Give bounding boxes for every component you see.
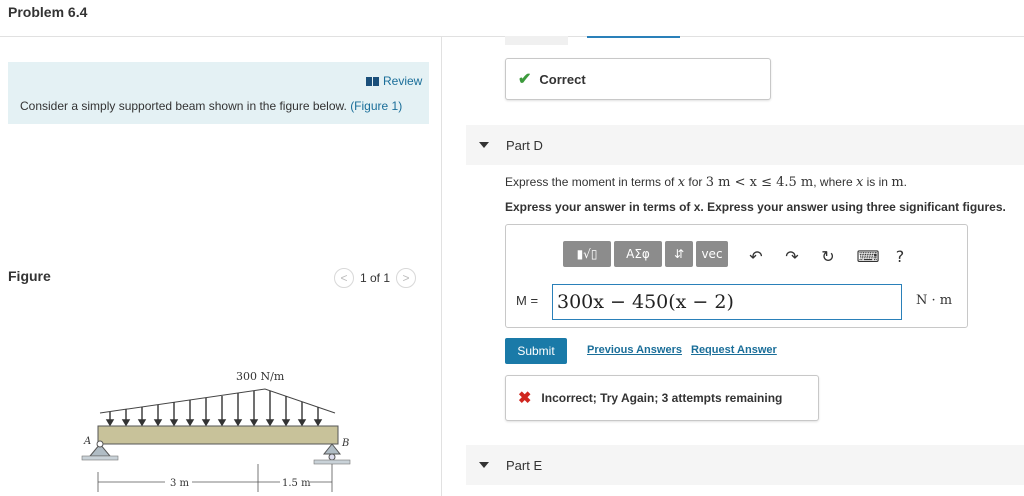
caret-down-icon <box>479 142 489 148</box>
help-icon[interactable]: ? <box>890 245 910 267</box>
answer-input[interactable]: 300x − 450(x − 2) <box>552 284 902 320</box>
pager-text: 1 of 1 <box>360 271 391 285</box>
redo-icon[interactable]: ↷ <box>774 245 810 267</box>
undo-icon[interactable]: ↶ <box>738 245 774 267</box>
figure-pager: < 1 of 1 > <box>334 268 417 288</box>
next-figure-button[interactable]: > <box>396 268 417 288</box>
dimension-left: 3 m <box>170 478 190 489</box>
dimension-right: 1.5 m <box>282 478 311 489</box>
prompt-text-5: . <box>903 175 907 189</box>
request-answer-link[interactable]: Request Answer <box>691 344 777 356</box>
prompt-unit: m <box>891 175 904 190</box>
previous-answers-link[interactable]: Previous Answers <box>587 344 682 356</box>
support-b-label: B <box>341 438 349 449</box>
symbols-button[interactable]: ΑΣφ <box>614 241 662 267</box>
answer-unit: N · m <box>916 293 953 308</box>
support-a-label: A <box>83 436 91 447</box>
prompt-text-2: for <box>685 175 706 189</box>
beam <box>97 425 339 445</box>
correct-text: Correct <box>539 71 586 87</box>
chevron-left-icon: < <box>340 271 348 285</box>
correct-feedback: ✔ Correct <box>505 58 771 100</box>
incorrect-text: Incorrect; Try Again; 3 attempts remaini… <box>541 391 783 405</box>
math-toolbar: ▮√▯ ΑΣφ ⇵ vec <box>563 241 728 267</box>
part-d-header[interactable]: Part D <box>466 125 1024 165</box>
vec-button[interactable]: vec <box>696 241 728 267</box>
review-link-label: Review <box>383 74 423 88</box>
book-icon <box>366 76 379 86</box>
prompt-var-x: x <box>677 175 686 190</box>
part-d-label: Part D <box>506 137 543 153</box>
prev-figure-button[interactable]: < <box>334 268 354 288</box>
intro-text: Consider a simply supported beam shown i… <box>20 99 351 113</box>
load-outline <box>99 388 336 414</box>
part-d-prompt: Express the moment in terms of x for 3 m… <box>505 175 907 190</box>
caret-down-icon <box>479 462 489 468</box>
beam-figure: 300 N/m A B 3 m 1.5 m <box>81 370 351 492</box>
part-d-instruction: Express your answer in terms of x. Expre… <box>505 200 1006 214</box>
previous-part-link-stub <box>587 36 680 38</box>
prompt-text-1: Express the moment in terms of <box>505 175 678 189</box>
review-panel: Review Consider a simply supported beam … <box>8 62 429 124</box>
answer-label: M = <box>516 293 539 308</box>
chevron-right-icon: > <box>402 271 410 285</box>
column-divider <box>441 36 442 496</box>
figure-heading: Figure <box>8 268 51 284</box>
previous-part-button-stub <box>505 36 568 45</box>
arrows-button[interactable]: ⇵ <box>665 241 693 267</box>
review-link[interactable]: Review <box>366 74 422 88</box>
part-e-header[interactable]: Part E <box>466 445 1024 485</box>
part-e-label: Part E <box>506 457 543 473</box>
figure-link[interactable]: (Figure 1) <box>350 99 402 113</box>
page-title: Problem 6.4 <box>8 4 88 20</box>
templates-button[interactable]: ▮√▯ <box>563 241 611 267</box>
incorrect-feedback: ✖ Incorrect; Try Again; 3 attempts remai… <box>505 375 819 421</box>
prompt-range: 3 m < x ≤ 4.5 m <box>705 175 814 190</box>
prompt-text-4: is in <box>863 175 892 189</box>
toolbar-actions: ↶ ↷ ↻ ⌨ ? <box>738 245 910 267</box>
submit-button[interactable]: Submit <box>505 338 567 364</box>
prompt-text-3: , where <box>813 175 856 189</box>
load-label: 300 N/m <box>236 370 285 383</box>
x-icon: ✖ <box>518 390 532 407</box>
reset-icon[interactable]: ↻ <box>810 245 846 267</box>
problem-statement: Consider a simply supported beam shown i… <box>20 99 402 113</box>
keyboard-icon[interactable]: ⌨ <box>846 245 890 267</box>
check-icon: ✔ <box>518 71 532 88</box>
answer-panel: ▮√▯ ΑΣφ ⇵ vec ↶ ↷ ↻ ⌨ ? M = 300x − 450(x… <box>505 224 968 328</box>
